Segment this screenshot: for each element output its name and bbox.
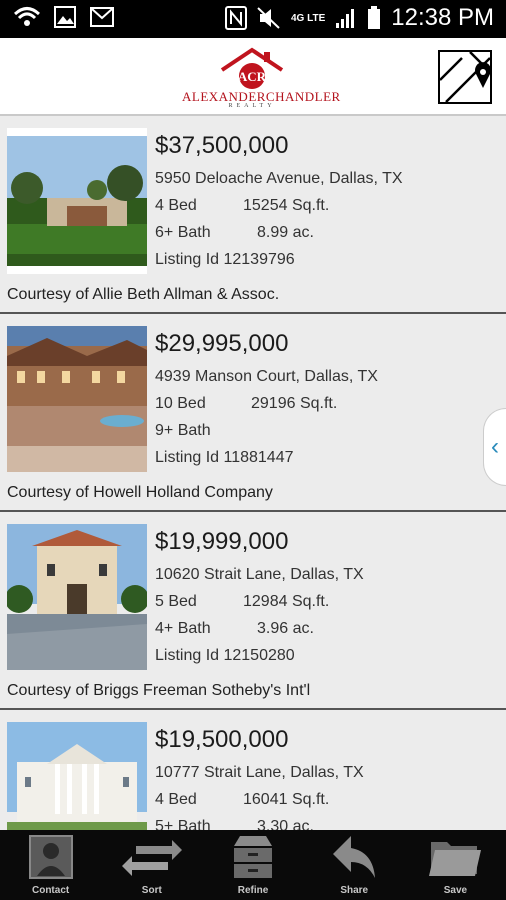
save-label: Save xyxy=(443,885,468,896)
listing-list[interactable]: $37,500,000 5950 Deloache Avenue, Dallas… xyxy=(0,116,506,830)
listing-id: Listing Id 12150280 xyxy=(155,647,295,664)
listing-card[interactable]: $19,500,000 10777 Strait Lane, Dallas, T… xyxy=(0,710,506,830)
map-view-button[interactable] xyxy=(438,50,492,104)
listing-id: Listing Id 12139796 xyxy=(155,251,295,268)
listing-sqft: 29196 Sq.ft. xyxy=(251,395,338,412)
brand-subtitle: REALTY xyxy=(228,103,276,109)
listing-baths: 9+ Bath xyxy=(155,422,211,439)
house-logo-icon: ACR xyxy=(220,47,284,89)
listing-beds: 4 Bed xyxy=(155,197,197,214)
bottom-nav: Contact Sort Refine Share Save xyxy=(0,830,506,900)
sort-label: Sort xyxy=(141,885,162,896)
listing-address: 10777 Strait Lane, Dallas, TX xyxy=(155,764,364,781)
listing-acres: 8.99 ac. xyxy=(257,224,314,241)
battery-icon xyxy=(368,6,381,29)
brand-logo[interactable]: ACR ALEXANDERCHANDLER REALTY xyxy=(182,46,340,109)
folder-icon xyxy=(429,842,482,876)
listing-card[interactable]: $19,999,000 10620 Strait Lane, Dallas, T… xyxy=(0,512,506,710)
listing-beds: 4 Bed xyxy=(155,791,197,808)
status-bar: 4G LTE 12:38 PM xyxy=(0,0,506,38)
network-type-label: 4G LTE xyxy=(291,12,326,24)
chevron-left-icon: ‹ xyxy=(491,433,499,460)
save-button[interactable]: Save xyxy=(405,830,506,900)
map-pin-icon xyxy=(439,51,491,103)
listing-sqft: 12984 Sq.ft. xyxy=(243,593,330,610)
listing-photo[interactable] xyxy=(7,128,147,274)
logo-letters: ACR xyxy=(238,69,267,84)
listing-acres: 3.96 ac. xyxy=(257,620,314,637)
contact-label: Contact xyxy=(31,885,70,896)
sort-button[interactable]: Sort xyxy=(101,830,202,900)
mute-icon xyxy=(257,7,280,29)
listing-acres: 3.30 ac. xyxy=(257,818,314,830)
listing-card[interactable]: $29,995,000 4939 Manson Court, Dallas, T… xyxy=(0,314,506,512)
refine-button[interactable]: Refine xyxy=(202,830,303,900)
listing-courtesy: Courtesy of Briggs Freeman Sotheby's Int… xyxy=(7,682,311,699)
signal-icon xyxy=(336,9,355,28)
listing-baths: 6+ Bath xyxy=(155,224,211,241)
listing-photo[interactable] xyxy=(7,326,147,472)
listing-sqft: 16041 Sq.ft. xyxy=(243,791,330,808)
share-button[interactable]: Share xyxy=(304,830,405,900)
wifi-icon xyxy=(14,7,40,26)
clock: 12:38 PM xyxy=(391,4,494,31)
listing-courtesy: Courtesy of Allie Beth Allman & Assoc. xyxy=(7,286,280,303)
listing-beds: 5 Bed xyxy=(155,593,197,610)
app-header: ACR ALEXANDERCHANDLER REALTY xyxy=(0,38,506,116)
listing-photo[interactable] xyxy=(7,722,147,830)
listing-id: Listing Id 11881447 xyxy=(155,449,294,466)
listing-price: $37,500,000 xyxy=(155,132,289,159)
listing-baths: 4+ Bath xyxy=(155,620,211,637)
contact-icon xyxy=(28,835,73,879)
refine-label: Refine xyxy=(237,885,269,896)
contact-button[interactable]: Contact xyxy=(0,830,101,900)
listing-sqft: 15254 Sq.ft. xyxy=(243,197,330,214)
gallery-icon xyxy=(54,6,76,28)
listing-address: 5950 Deloache Avenue, Dallas, TX xyxy=(155,170,403,187)
listing-baths: 5+ Bath xyxy=(155,818,211,830)
gmail-icon xyxy=(90,7,114,27)
nfc-icon xyxy=(225,6,247,30)
listing-photo[interactable] xyxy=(7,524,147,670)
share-arrow-icon xyxy=(333,836,376,878)
listing-price: $19,999,000 xyxy=(155,528,289,555)
refine-drawer-icon xyxy=(234,836,272,878)
listing-price: $19,500,000 xyxy=(155,726,289,753)
listing-price: $29,995,000 xyxy=(155,330,289,357)
share-label: Share xyxy=(340,885,369,896)
listing-beds: 10 Bed xyxy=(155,395,206,412)
side-drawer-tab[interactable]: ‹ xyxy=(483,408,506,486)
listing-address: 4939 Manson Court, Dallas, TX xyxy=(155,368,378,385)
listing-courtesy: Courtesy of Howell Holland Company xyxy=(7,484,273,501)
listing-card[interactable]: $37,500,000 5950 Deloache Avenue, Dallas… xyxy=(0,116,506,314)
sort-arrows-icon xyxy=(121,840,182,876)
listing-address: 10620 Strait Lane, Dallas, TX xyxy=(155,566,364,583)
